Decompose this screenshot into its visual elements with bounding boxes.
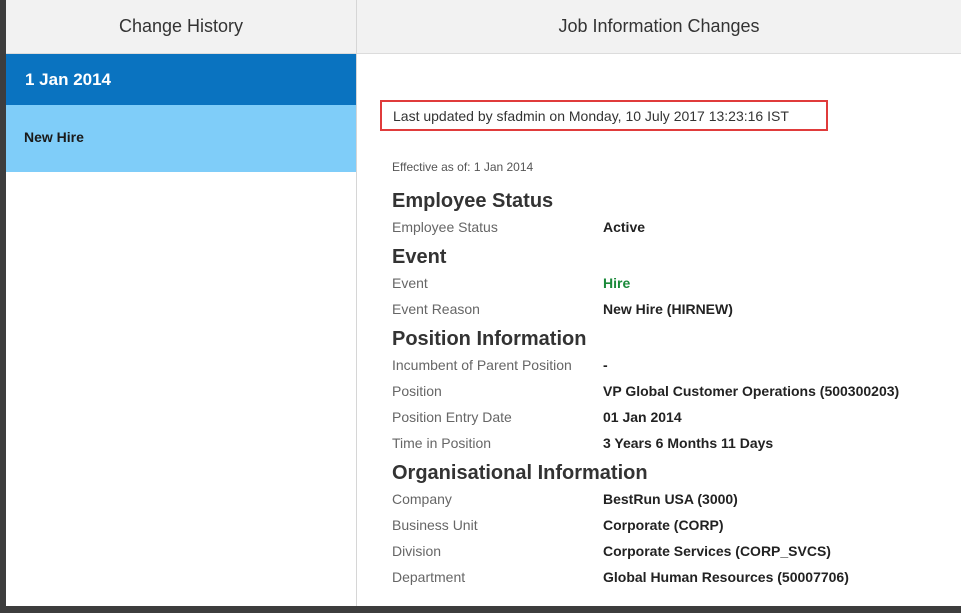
job-information-panel: Job Information Changes Last updated by … — [357, 0, 961, 606]
detail-label: Company — [392, 491, 452, 507]
detail-value: BestRun USA (3000) — [603, 491, 738, 507]
effective-date-text: Effective as of: 1 Jan 2014 — [392, 160, 534, 174]
detail-label: Incumbent of Parent Position — [392, 357, 572, 373]
detail-value: VP Global Customer Operations (500300203… — [603, 383, 900, 399]
detail-row: Company BestRun USA (3000) — [392, 486, 952, 512]
detail-row: Event Hire — [392, 270, 952, 296]
detail-row: Position VP Global Customer Operations (… — [392, 378, 952, 404]
change-history-panel: Change History 1 Jan 2014 New Hire — [6, 0, 357, 606]
window-frame-bottom — [0, 606, 961, 613]
detail-label: Employee Status — [392, 219, 498, 235]
detail-label: Business Unit — [392, 517, 478, 533]
detail-row: Position Entry Date 01 Jan 2014 — [392, 404, 952, 430]
detail-label: Department — [392, 569, 466, 585]
detail-value: New Hire (HIRNEW) — [603, 301, 733, 317]
job-details: Employee Status Employee Status Active E… — [392, 188, 952, 590]
detail-value: Global Human Resources (50007706) — [603, 569, 849, 585]
detail-value: Corporate Services (CORP_SVCS) — [603, 543, 831, 559]
detail-value: 01 Jan 2014 — [603, 409, 682, 425]
detail-row: Business Unit Corporate (CORP) — [392, 512, 952, 538]
section-title-organisational-information: Organisational Information — [392, 462, 648, 484]
history-date-item[interactable]: 1 Jan 2014 — [6, 54, 356, 105]
detail-label: Event — [392, 275, 428, 291]
event-value: Hire — [603, 275, 631, 291]
detail-label: Time in Position — [392, 435, 492, 451]
detail-row: Division Corporate Services (CORP_SVCS) — [392, 538, 952, 564]
detail-label: Position — [392, 383, 442, 399]
detail-row: Department Global Human Resources (50007… — [392, 564, 952, 590]
detail-row: Time in Position 3 Years 6 Months 11 Day… — [392, 430, 952, 456]
detail-row: Event Reason New Hire (HIRNEW) — [392, 296, 952, 322]
job-information-header: Job Information Changes — [357, 0, 961, 54]
detail-row: Employee Status Active — [392, 214, 952, 240]
section-title-employee-status: Employee Status — [392, 190, 554, 212]
detail-value: 3 Years 6 Months 11 Days — [603, 435, 774, 451]
detail-label: Position Entry Date — [392, 409, 512, 425]
last-updated-text: Last updated by sfadmin on Monday, 10 Ju… — [380, 100, 828, 131]
history-change-item[interactable]: New Hire — [6, 105, 356, 172]
detail-row: Incumbent of Parent Position - — [392, 352, 952, 378]
detail-value: Active — [603, 219, 646, 235]
detail-label: Event Reason — [392, 301, 480, 317]
detail-label: Division — [392, 543, 442, 559]
section-title-position-information: Position Information — [392, 328, 587, 350]
section-title-event: Event — [392, 246, 447, 268]
detail-value: - — [603, 357, 608, 373]
change-history-header: Change History — [6, 0, 356, 54]
detail-value: Corporate (CORP) — [603, 517, 724, 533]
